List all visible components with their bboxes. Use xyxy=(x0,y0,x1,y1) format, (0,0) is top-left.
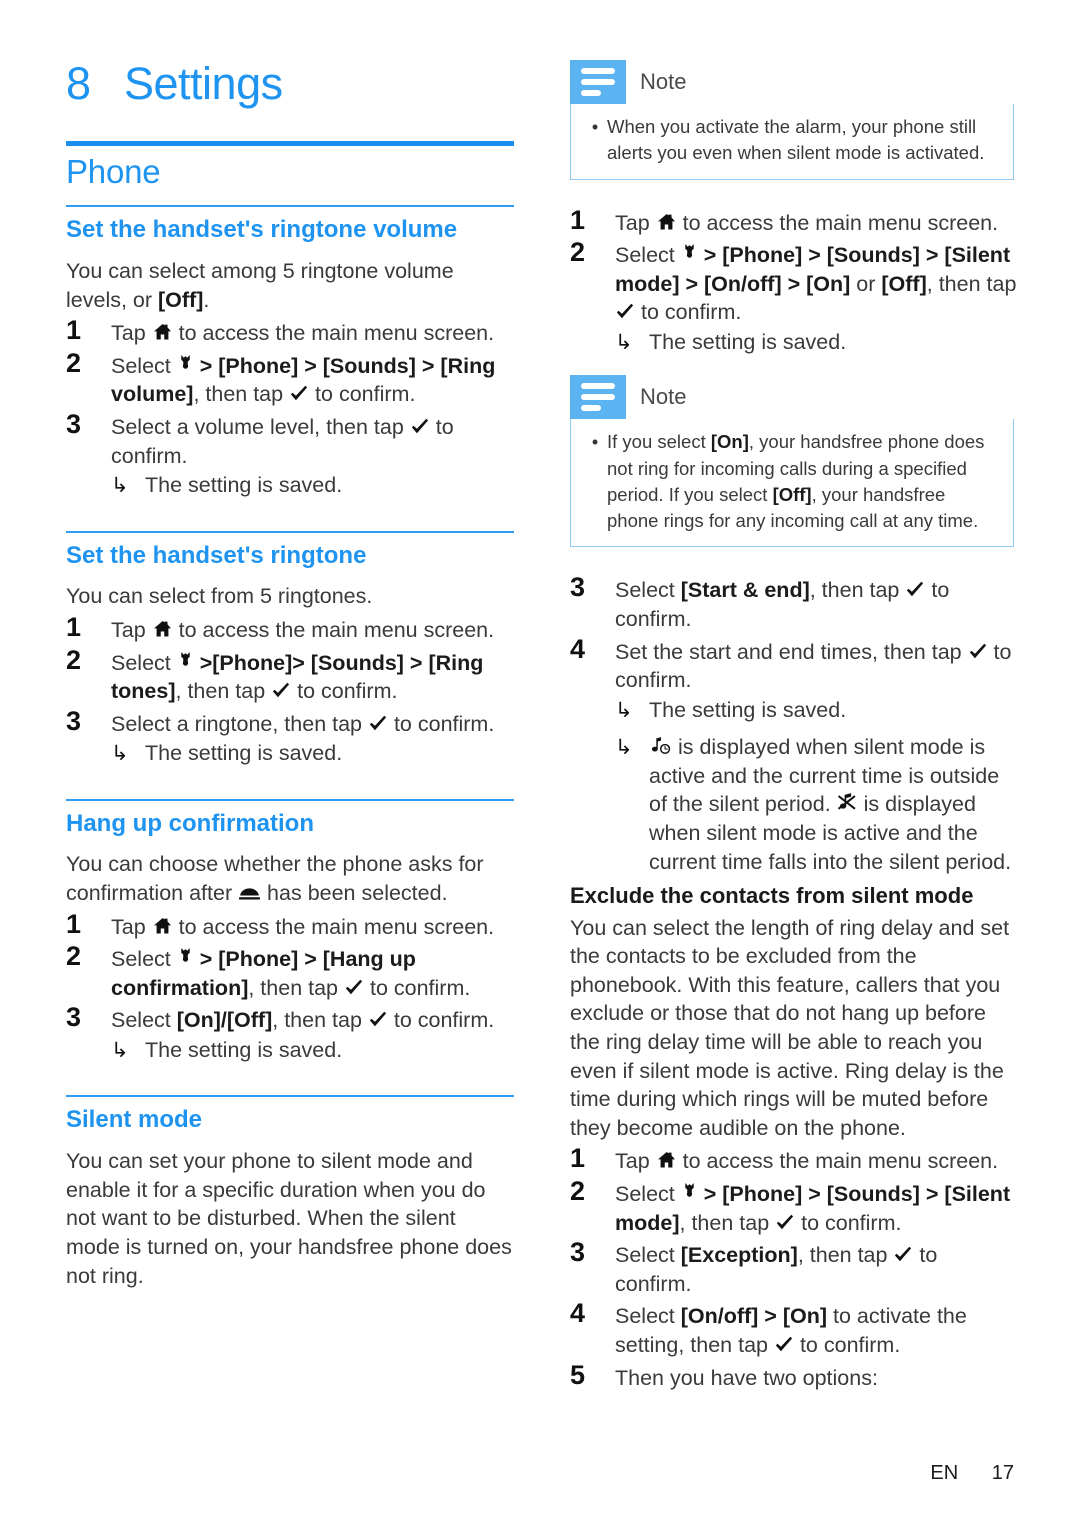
paragraph-exclude-contacts: You can select the length of ring delay … xyxy=(570,915,1010,1140)
step-item: 4 Set the start and end times, then tap … xyxy=(570,633,1012,693)
intro-hangup-confirmation: You can choose whether the phone asks fo… xyxy=(66,852,484,906)
steps-hangup-confirmation: 1 Tap to access the main menu screen. 2 … xyxy=(66,908,514,1035)
step-item: 2 Select > [Phone] > [Sounds] > [Silent … xyxy=(570,1175,1011,1235)
intro-ringtone: You can select from 5 ringtones. xyxy=(66,584,373,609)
home-icon xyxy=(152,619,173,639)
steps-ringtone-volume: 1 Tap to access the main menu screen. 2 … xyxy=(66,316,514,470)
note-title: Note xyxy=(640,69,687,94)
chapter-number: 8 xyxy=(66,58,91,109)
check-icon xyxy=(271,682,291,700)
step-item: 1 Tap to access the main menu screen. xyxy=(66,315,495,346)
step-item: 1 Tap to access the main menu screen. xyxy=(66,611,495,642)
steps-ringtone: 1 Tap to access the main menu screen. 2 … xyxy=(66,611,514,738)
wrench-icon xyxy=(177,651,194,672)
step-item: 5 Then you have two options: xyxy=(570,1359,878,1390)
manual-page: 8 Settings Phone Set the handset's ringt… xyxy=(0,0,1080,1527)
arrow-icon: ↳ xyxy=(615,736,633,760)
chapter-name: Settings xyxy=(124,58,283,109)
result-line: ↳ The setting is saved. xyxy=(111,1036,514,1065)
home-icon xyxy=(656,1150,677,1170)
home-icon xyxy=(152,322,173,342)
note-box-alarm: Note • When you activate the alarm, your… xyxy=(570,60,1014,180)
step-item: 4 Select [On/off] > [On] to activate the… xyxy=(570,1298,967,1357)
check-icon xyxy=(905,581,925,599)
check-icon xyxy=(289,385,309,403)
chapter-title: 8 Settings xyxy=(66,58,514,109)
check-icon xyxy=(410,418,430,436)
divider xyxy=(66,1095,514,1098)
section-rule-top xyxy=(66,141,514,147)
note-box-silent-period: Note • If you select [On], your handsfre… xyxy=(570,375,1014,548)
note-text: If you select [On], your handsfree phone… xyxy=(607,431,985,532)
left-column: 8 Settings Phone Set the handset's ringt… xyxy=(66,60,514,1292)
home-icon xyxy=(656,212,677,232)
arrow-icon: ↳ xyxy=(111,1039,129,1063)
result-line: ↳ The setting is saved. xyxy=(111,471,514,500)
arrow-icon: ↳ xyxy=(111,474,129,498)
note-text: When you activate the alarm, your phone … xyxy=(607,116,985,164)
heading-hangup-confirmation: Hang up confirmation xyxy=(66,809,314,837)
result-line: ↳ The setting is saved. xyxy=(615,696,1018,725)
step-item: 3 Select [On]/[Off], then tap to confirm… xyxy=(66,1002,495,1033)
check-icon xyxy=(775,1214,795,1232)
check-icon xyxy=(368,715,388,733)
step-item: 2 Select > [Phone] > [Hang up confirmati… xyxy=(66,941,471,1000)
divider xyxy=(66,530,514,533)
section-title: Phone xyxy=(66,153,161,191)
wrench-icon xyxy=(681,243,698,264)
note-clock-icon xyxy=(649,736,672,756)
step-item: 1 Tap to access the main menu screen. xyxy=(570,1143,999,1174)
steps-silent-mode-onoff: 1 Tap to access the main menu screen. 2 … xyxy=(570,204,1018,327)
check-icon xyxy=(615,303,635,321)
subheading-exclude-contacts: Exclude the contacts from silent mode xyxy=(570,883,974,909)
step-item: 1 Tap to access the main menu screen. xyxy=(66,908,495,939)
step-item: 2 Select > [Phone] > [Sounds] > [Silent … xyxy=(570,237,1017,325)
bullet-icon: • xyxy=(591,117,599,137)
page-footer: EN 17 xyxy=(0,1462,1014,1485)
result-line: ↳ The setting is saved. xyxy=(615,328,1018,357)
footer-page-number: 17 xyxy=(991,1462,1014,1484)
bullet-icon: • xyxy=(591,432,599,453)
check-icon xyxy=(368,1011,388,1029)
divider xyxy=(66,798,514,801)
steps-exclude-contacts: 1 Tap to access the main menu screen. 2 … xyxy=(570,1144,1018,1392)
heading-silent-mode: Silent mode xyxy=(66,1106,203,1134)
steps-silent-mode-period: 3 Select [Start & end], then tap to conf… xyxy=(570,573,1018,694)
arrow-icon: ↳ xyxy=(615,698,633,722)
heading-ringtone: Set the handset's ringtone xyxy=(66,541,367,569)
note-bars-icon xyxy=(570,375,626,420)
arrow-icon: ↳ xyxy=(615,330,633,354)
step-item: 1 Tap to access the main menu screen. xyxy=(570,204,999,235)
section-rule-bottom xyxy=(66,205,514,208)
footer-language: EN xyxy=(930,1462,959,1484)
hangup-icon xyxy=(238,887,261,902)
step-item: 3 Select [Exception], then tap to confir… xyxy=(570,1237,938,1296)
arrow-icon: ↳ xyxy=(111,742,129,766)
heading-ringtone-volume: Set the handset's ringtone volume xyxy=(66,216,458,244)
check-icon xyxy=(893,1246,913,1264)
wrench-icon xyxy=(681,1182,698,1203)
note-title: Note xyxy=(640,384,687,410)
check-icon xyxy=(774,1336,794,1354)
step-item: 2 Select >[Phone]> [Sounds] > [Ring tone… xyxy=(66,644,484,704)
result-line: ↳ The setting is saved. xyxy=(111,739,514,768)
right-column: Note • When you activate the alarm, your… xyxy=(570,60,1018,1393)
step-item: 3 Select [Start & end], then tap to conf… xyxy=(570,572,950,631)
wrench-icon xyxy=(177,354,194,375)
step-item: 3 Select a ringtone, then tap to confirm… xyxy=(66,705,495,736)
note-crossed-icon xyxy=(837,792,858,813)
intro-ringtone-volume: You can select among 5 ringtone volume l… xyxy=(66,258,454,312)
check-icon xyxy=(968,643,988,661)
note-bars-icon xyxy=(570,60,626,104)
step-item: 3 Select a volume level, then tap to con… xyxy=(66,408,454,468)
check-icon xyxy=(344,979,364,997)
step-item: 2 Select > [Phone] > [Sounds] > [Ring vo… xyxy=(66,347,496,407)
wrench-icon xyxy=(177,947,194,968)
home-icon xyxy=(152,916,173,936)
result-line-icons: ↳ is displayed when silent mode is activ… xyxy=(615,735,1012,874)
intro-silent-mode: You can set your phone to silent mode an… xyxy=(66,1149,512,1288)
